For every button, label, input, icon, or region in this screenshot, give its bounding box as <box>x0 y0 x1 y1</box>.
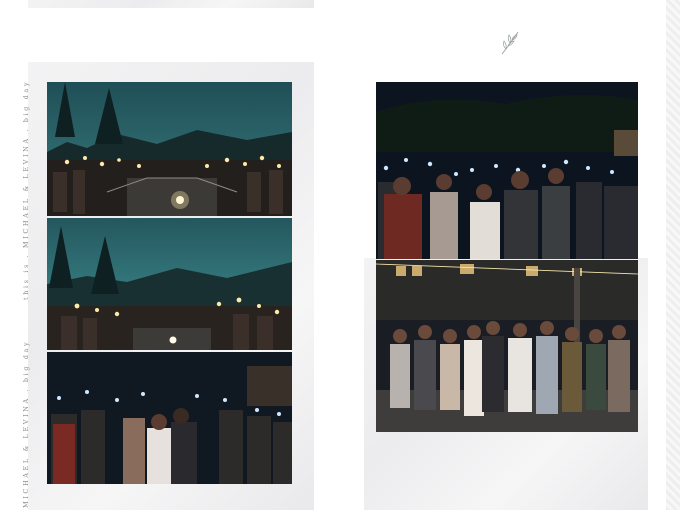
leaf-sprig-icon <box>498 30 522 56</box>
photo-group-portrait-house[interactable] <box>376 260 638 432</box>
photo-phone-light-kiss[interactable] <box>47 352 292 484</box>
side-text-bottom: MICHAEL & LEVINA . big day <box>22 339 30 508</box>
photo-sparkler-exit-bridge[interactable] <box>47 82 292 216</box>
photo-phone-light-crowd[interactable] <box>376 82 638 259</box>
page-edge-texture <box>666 0 680 510</box>
side-text-top: this is . MICHAEL & LEVINA . big day <box>22 79 30 300</box>
paper-strip-top <box>28 0 314 8</box>
photo-sparkler-exit-hillside[interactable] <box>47 218 292 350</box>
